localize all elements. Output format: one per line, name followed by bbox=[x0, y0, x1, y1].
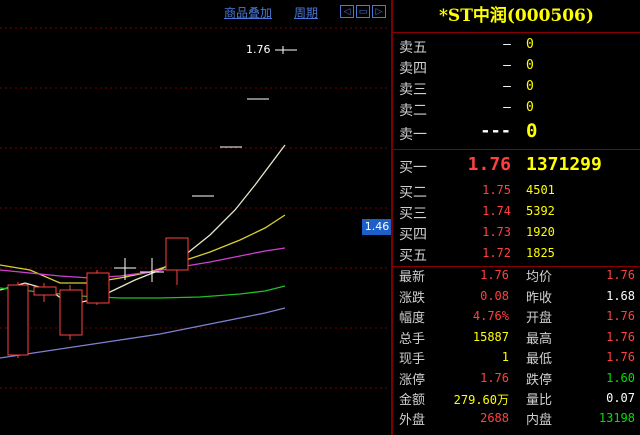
ma-line-purple bbox=[0, 307, 286, 359]
sell-volume: 0 bbox=[526, 37, 534, 52]
stat-label: 内盘 bbox=[526, 413, 553, 428]
candle bbox=[33, 286, 57, 296]
stat-value: 15887 bbox=[472, 330, 509, 344]
candle bbox=[86, 272, 110, 304]
stat-value: 279.60万 bbox=[453, 393, 509, 407]
candles bbox=[7, 46, 297, 358]
buy-volume: 5392 bbox=[526, 204, 555, 218]
buy-price: 1.72 bbox=[482, 246, 511, 260]
stat-label: 总手 bbox=[399, 332, 426, 347]
sell-price: — bbox=[503, 37, 511, 52]
sell-price: — bbox=[503, 79, 511, 94]
stat-value: 1.76 bbox=[480, 268, 509, 282]
stat-label: 最高 bbox=[526, 332, 553, 347]
stat-label: 量比 bbox=[526, 393, 553, 408]
period-link[interactable]: 周期 bbox=[294, 4, 318, 21]
kline-chart[interactable]: 1.76 商品叠加 周期 ◁ ▭ ▷ 1.46 bbox=[0, 0, 392, 435]
sell-price: — bbox=[503, 58, 511, 73]
quote-divider bbox=[393, 266, 640, 267]
stat-value: 2688 bbox=[480, 411, 509, 425]
stat-value: 1.76 bbox=[606, 309, 635, 323]
kline-svg bbox=[0, 27, 390, 389]
sell-volume: 0 bbox=[526, 58, 534, 73]
buy-volume: 1825 bbox=[526, 246, 555, 260]
nav-right-button[interactable]: ▷ bbox=[372, 5, 386, 18]
stat-value: 1.76 bbox=[606, 330, 635, 344]
current-price-tag: 1.46 bbox=[362, 219, 392, 235]
grid-lines bbox=[0, 27, 390, 389]
sell-price: --- bbox=[480, 121, 511, 141]
chart-toolbar: 商品叠加 周期 ◁ ▭ ▷ bbox=[0, 0, 390, 24]
sell-price: — bbox=[503, 100, 511, 115]
stat-label: 跌停 bbox=[526, 373, 553, 388]
stat-label: 金额 bbox=[399, 393, 426, 408]
stat-value: 1.76 bbox=[480, 371, 509, 385]
sell-volume: 0 bbox=[526, 79, 534, 94]
buy-price: 1.74 bbox=[482, 204, 511, 218]
stat-value: 0.07 bbox=[606, 391, 635, 405]
stat-value: 4.76% bbox=[472, 309, 509, 323]
stat-value: 1.76 bbox=[606, 350, 635, 364]
stat-value: 1 bbox=[501, 350, 509, 364]
stat-value: 13198 bbox=[598, 411, 635, 425]
nav-left-button[interactable]: ◁ bbox=[340, 5, 354, 18]
stat-label: 开盘 bbox=[526, 311, 553, 326]
buy-price: 1.75 bbox=[482, 183, 511, 197]
sell-volume: 0 bbox=[526, 100, 534, 115]
stat-label: 最低 bbox=[526, 352, 553, 367]
nav-mid-button[interactable]: ▭ bbox=[356, 5, 370, 18]
chart-high-label: 1.76 bbox=[246, 43, 271, 56]
stat-label: 最新 bbox=[399, 270, 426, 285]
stat-label: 幅度 bbox=[399, 311, 426, 326]
buy-price: 1.76 bbox=[467, 154, 511, 175]
buy-volume: 4501 bbox=[526, 183, 555, 197]
stat-label: 昨收 bbox=[526, 291, 553, 306]
stat-label: 涨跌 bbox=[399, 291, 426, 306]
buy-volume: 1920 bbox=[526, 225, 555, 239]
overlay-link[interactable]: 商品叠加 bbox=[224, 4, 272, 21]
stat-value: 1.68 bbox=[606, 289, 635, 303]
stat-value: 1.60 bbox=[606, 371, 635, 385]
stat-label: 均价 bbox=[526, 270, 553, 285]
candle bbox=[7, 284, 29, 356]
title-divider bbox=[393, 32, 640, 33]
candle bbox=[59, 289, 83, 336]
buy-price: 1.73 bbox=[482, 225, 511, 239]
quote-panel: *ST中润(000506) 卖五 — 0 卖四 — 0 卖三 — 0 卖二 — … bbox=[391, 0, 640, 435]
buy-volume: 1371299 bbox=[526, 154, 602, 175]
stock-title[interactable]: *ST中润(000506) bbox=[393, 0, 640, 32]
ma-line-magenta bbox=[0, 247, 286, 279]
stat-label: 现手 bbox=[399, 352, 426, 367]
stat-value: 0.08 bbox=[480, 289, 509, 303]
stat-label: 涨停 bbox=[399, 373, 426, 388]
orderbook-divider bbox=[393, 149, 640, 150]
stat-value: 1.76 bbox=[606, 268, 635, 282]
candle bbox=[165, 237, 189, 271]
stat-label: 外盘 bbox=[399, 413, 426, 428]
sell-volume: 0 bbox=[526, 120, 538, 142]
ma-line-white bbox=[0, 144, 286, 306]
